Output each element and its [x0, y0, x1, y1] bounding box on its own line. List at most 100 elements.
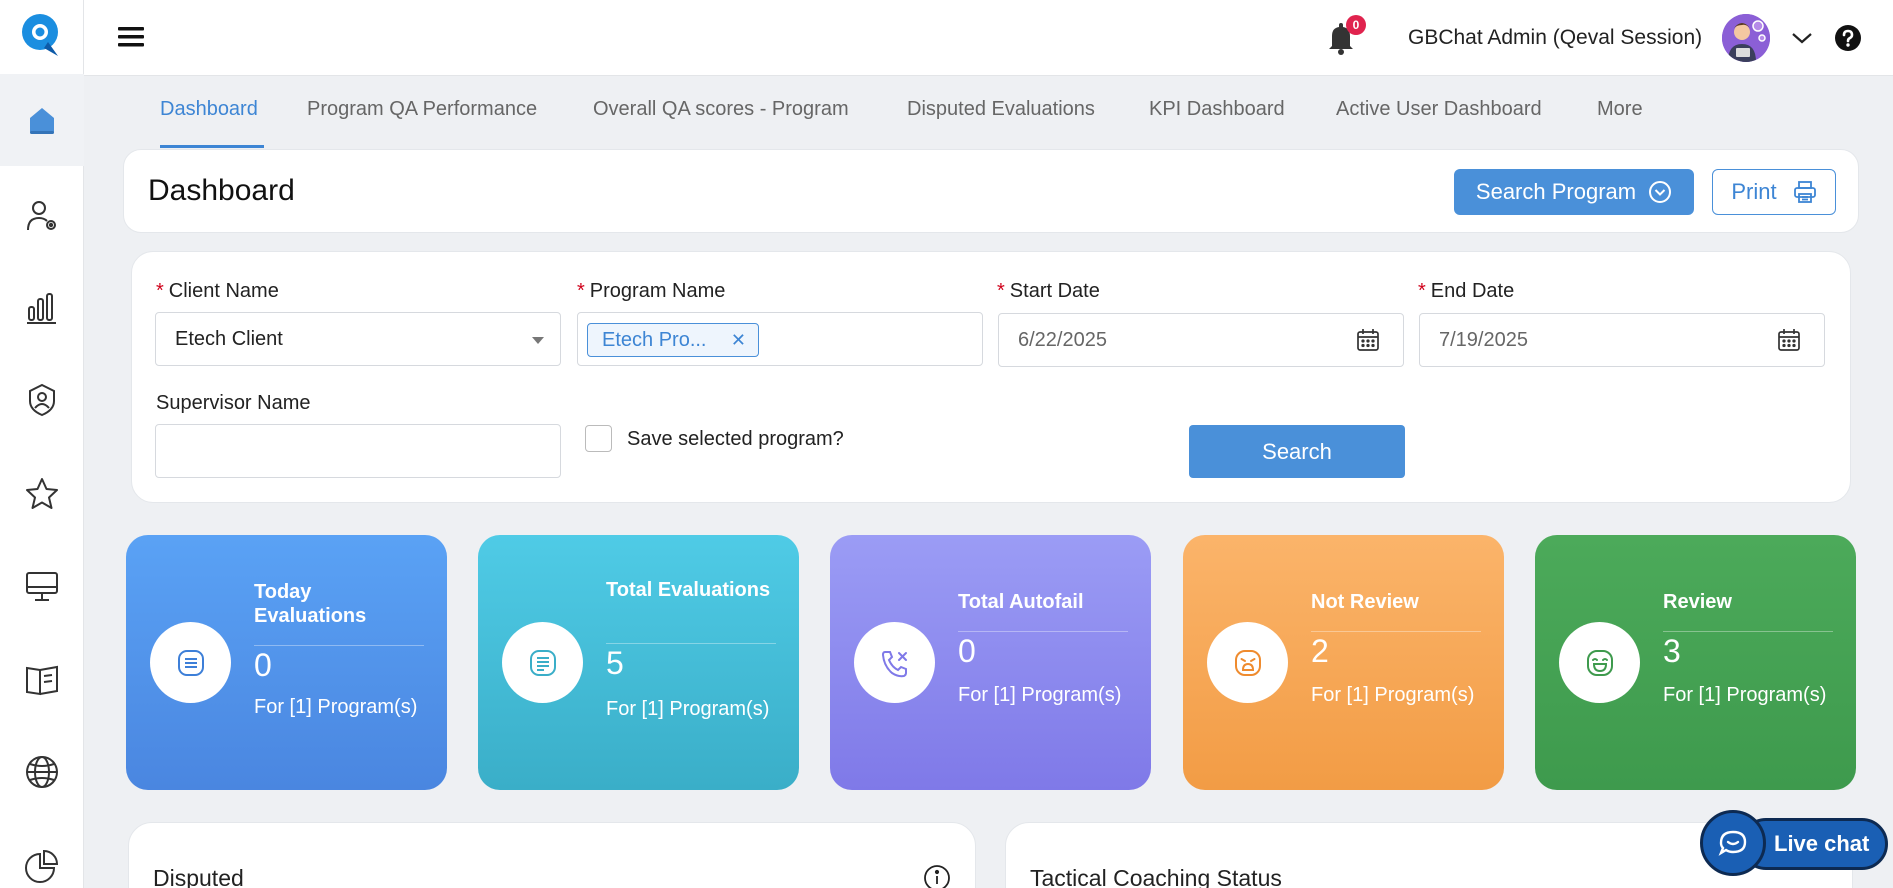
shield-person-icon — [29, 383, 55, 417]
stat-card-review[interactable]: Review 3 For [1] Program(s) — [1535, 535, 1856, 790]
stat-title: Not Review — [1311, 591, 1419, 613]
calendar-icon[interactable] — [1355, 327, 1381, 353]
print-button[interactable]: Print — [1712, 169, 1836, 215]
phone-missed-icon — [881, 650, 907, 677]
end-date-label: * End Date — [1418, 280, 1515, 302]
sidebar-item-security[interactable] — [0, 354, 84, 446]
happy-face-icon — [1586, 649, 1613, 676]
stat-card-not-review[interactable]: Not Review 2 For [1] Program(s) — [1183, 535, 1504, 790]
tab-active-user-dashboard[interactable]: Active User Dashboard — [1336, 98, 1542, 121]
sidebar-item-analytics[interactable] — [0, 820, 84, 888]
client-name-value: Etech Client — [175, 328, 283, 350]
stat-divider — [606, 643, 776, 644]
stat-value: 5 — [606, 645, 624, 681]
top-bar: 0 GBChat Admin (Qeval Session) — [84, 0, 1893, 76]
sidebar-item-reports[interactable] — [0, 262, 84, 354]
search-program-label: Search Program — [1475, 179, 1637, 204]
stat-divider — [1311, 631, 1481, 632]
stat-card-today-evaluations[interactable]: Today Evaluations 0 For [1] Program(s) — [126, 535, 447, 790]
stat-title: Review — [1663, 591, 1732, 613]
tab-more[interactable]: More — [1597, 98, 1643, 121]
user-avatar-icon — [1722, 14, 1770, 62]
document-list-icon — [529, 649, 556, 676]
page-header: Dashboard Search Program Print — [123, 149, 1859, 233]
star-icon — [26, 478, 58, 509]
sidebar-item-user-settings[interactable] — [0, 170, 84, 262]
search-button[interactable]: Search — [1189, 425, 1405, 478]
pie-chart-icon — [25, 849, 59, 883]
program-tag-label: Etech Pro... — [602, 328, 707, 351]
help-icon[interactable] — [1834, 24, 1862, 52]
stat-subtext: For [1] Program(s) — [958, 684, 1122, 706]
start-date-input[interactable]: 6/22/2025 — [998, 313, 1404, 367]
stat-subtext: For [1] Program(s) — [1663, 684, 1827, 706]
tactical-coaching-title: Tactical Coaching Status — [1030, 865, 1282, 888]
stat-divider — [1663, 631, 1833, 632]
stat-icon-circle — [150, 622, 231, 703]
search-program-button[interactable]: Search Program — [1454, 169, 1694, 215]
supervisor-name-label: Supervisor Name — [156, 392, 311, 414]
program-name-multiselect[interactable]: Etech Pro... ✕ — [577, 312, 983, 366]
client-name-select[interactable]: Etech Client — [155, 312, 561, 366]
stat-title: Total Evaluations — [606, 579, 771, 601]
tab-disputed-evaluations[interactable]: Disputed Evaluations — [907, 98, 1095, 121]
live-chat-widget[interactable]: Live chat — [1700, 810, 1888, 876]
list-icon — [177, 649, 204, 676]
sidebar — [0, 0, 84, 888]
circle-chevron-down-icon — [1649, 181, 1672, 203]
bar-chart-icon — [27, 293, 56, 324]
sad-face-icon — [1234, 649, 1261, 676]
stat-subtext: For [1] Program(s) — [254, 696, 418, 718]
chevron-down-icon[interactable] — [1790, 28, 1814, 48]
user-name[interactable]: GBChat Admin (Qeval Session) — [1408, 26, 1702, 50]
tab-overall-qa-scores[interactable]: Overall QA scores - Program — [593, 98, 849, 121]
stat-value: 2 — [1311, 633, 1329, 669]
stat-subtext: For [1] Program(s) — [1311, 684, 1475, 706]
save-program-checkbox[interactable] — [585, 425, 612, 452]
hamburger-menu-icon[interactable] — [116, 22, 146, 52]
sidebar-item-home[interactable] — [0, 74, 84, 166]
sidebar-item-favorites[interactable] — [0, 448, 84, 540]
sidebar-item-global[interactable] — [0, 726, 84, 818]
tab-kpi-dashboard[interactable]: KPI Dashboard — [1149, 98, 1285, 121]
printer-icon — [1793, 181, 1816, 203]
sidebar-item-monitor[interactable] — [0, 540, 84, 632]
stat-title: Today Evaluations — [254, 581, 367, 627]
live-chat-label[interactable]: Live chat — [1774, 831, 1869, 857]
disputed-card: Disputed — [128, 822, 976, 888]
dropdown-caret-icon — [532, 337, 544, 344]
stat-card-total-autofail[interactable]: Total Autofail 0 For [1] Program(s) — [830, 535, 1151, 790]
live-chat-bubble[interactable] — [1700, 810, 1766, 876]
disputed-title: Disputed — [153, 865, 244, 888]
remove-tag-icon[interactable]: ✕ — [731, 330, 746, 351]
tab-program-qa-performance[interactable]: Program QA Performance — [307, 98, 537, 121]
end-date-input[interactable]: 7/19/2025 — [1419, 313, 1825, 367]
program-tag[interactable]: Etech Pro... ✕ — [587, 323, 759, 357]
book-icon — [26, 665, 58, 696]
tab-dashboard[interactable]: Dashboard — [160, 98, 258, 121]
print-label: Print — [1731, 179, 1777, 204]
globe-icon — [26, 756, 58, 788]
stat-subtext: For [1] Program(s) — [606, 698, 770, 720]
stat-title: Total Autofail — [958, 591, 1084, 613]
program-name-label: * Program Name — [577, 280, 726, 302]
tab-bar: Dashboard Program QA Performance Overall… — [84, 76, 1893, 148]
calendar-icon[interactable] — [1776, 327, 1802, 353]
start-date-value: 6/22/2025 — [1018, 329, 1107, 351]
info-icon[interactable] — [923, 864, 951, 888]
chat-bubble-icon — [1718, 830, 1747, 856]
stat-icon-circle — [1207, 622, 1288, 703]
client-name-label: * Client Name — [156, 280, 279, 302]
stat-card-total-evaluations[interactable]: Total Evaluations 5 For [1] Program(s) — [478, 535, 799, 790]
avatar[interactable] — [1722, 14, 1770, 62]
stat-value: 0 — [958, 633, 976, 669]
stat-icon-circle — [854, 622, 935, 703]
stat-value: 0 — [254, 647, 272, 683]
save-program-label: Save selected program? — [627, 428, 844, 450]
monitor-icon — [26, 572, 58, 601]
supervisor-name-input[interactable] — [155, 424, 561, 478]
app-logo[interactable] — [20, 12, 64, 60]
sidebar-item-knowledge[interactable] — [0, 634, 84, 726]
home-icon — [30, 108, 54, 134]
end-date-value: 7/19/2025 — [1439, 329, 1528, 351]
